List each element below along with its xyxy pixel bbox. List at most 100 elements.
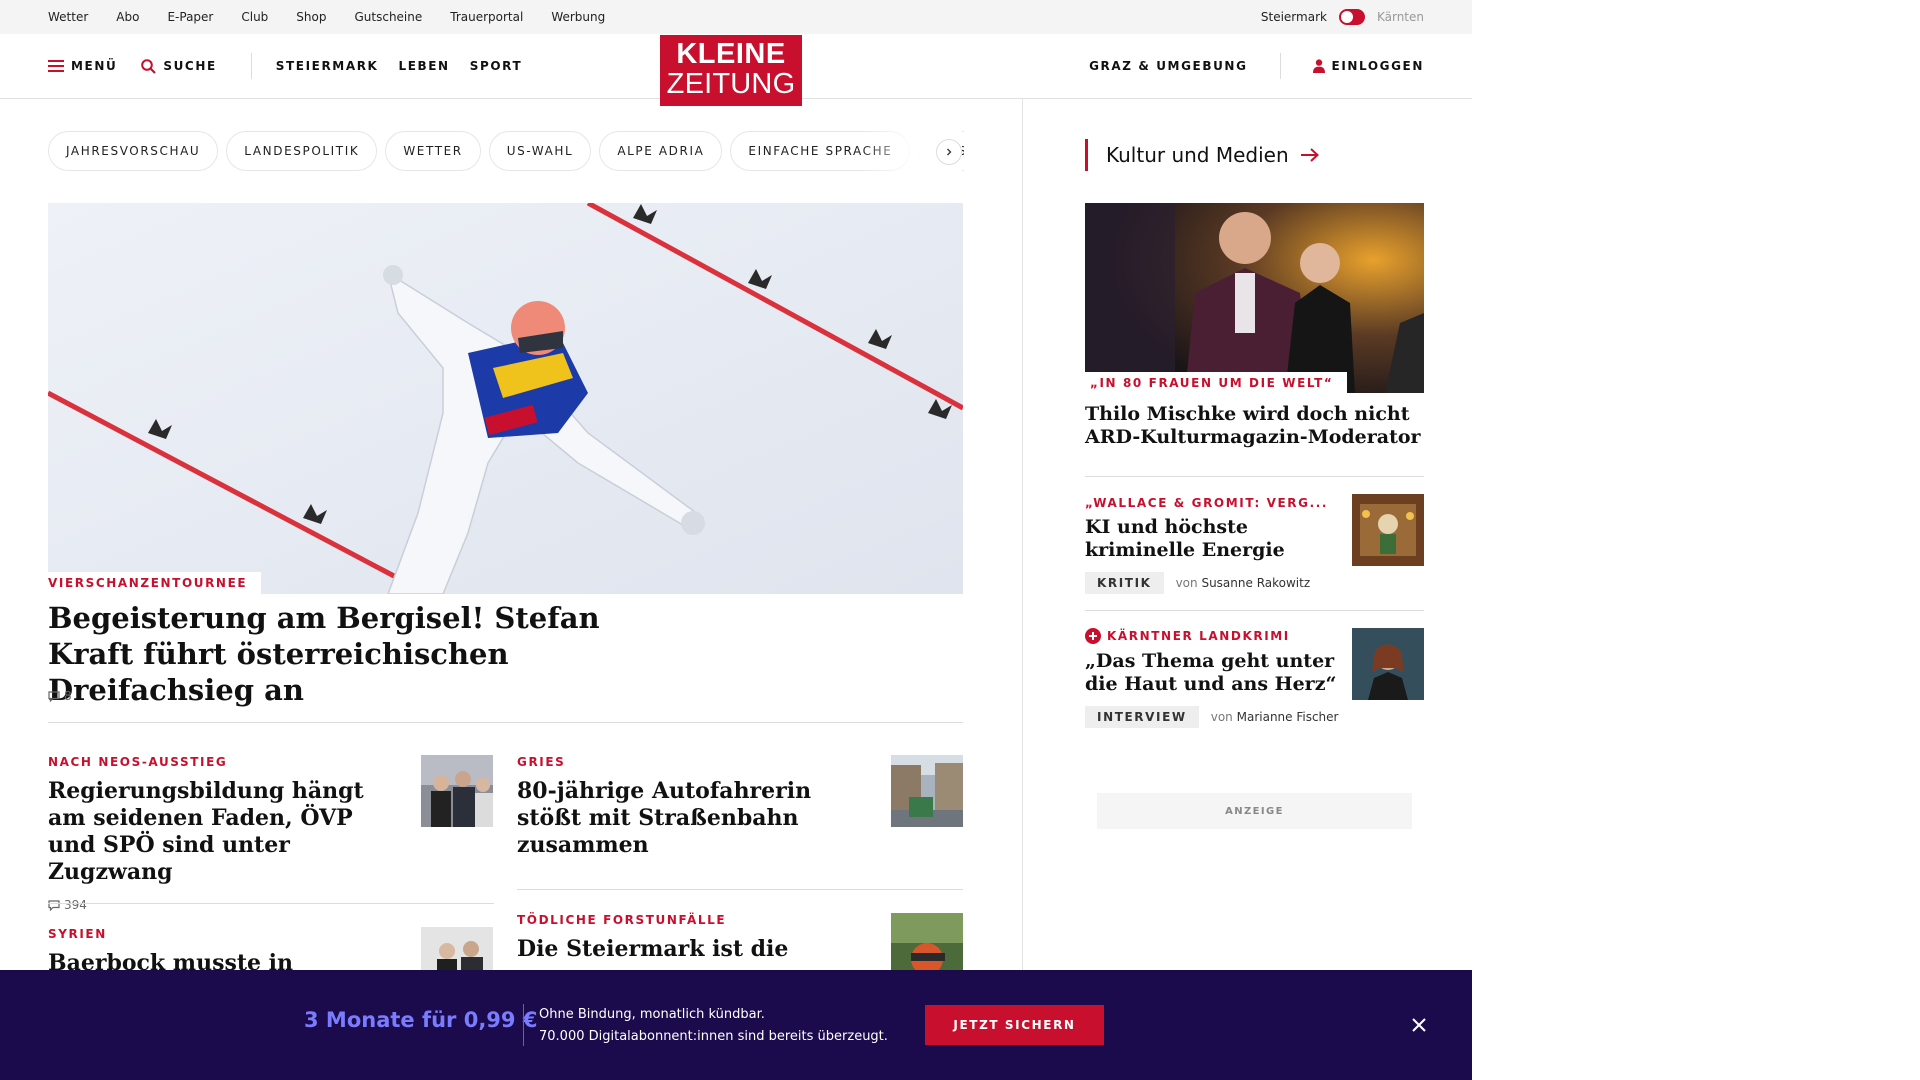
- tags-scroll-right-button[interactable]: [936, 139, 962, 165]
- utility-link-club[interactable]: Club: [241, 10, 268, 24]
- nav-sport[interactable]: SPORT: [470, 59, 523, 73]
- utility-links: Wetter Abo E-Paper Club Shop Gutscheine …: [48, 0, 605, 34]
- search-icon: [141, 58, 157, 74]
- section-heading-label: Kultur und Medien: [1106, 143, 1289, 167]
- hero-comment-count: 8: [64, 689, 72, 703]
- hero-comments[interactable]: 8: [48, 689, 72, 703]
- utility-link-epaper[interactable]: E-Paper: [167, 10, 213, 24]
- wallace-gromit-photo: [1352, 494, 1424, 566]
- region-kaernten[interactable]: Kärnten: [1377, 10, 1424, 24]
- teaser-title: 80-jährige Autofahrerin stößt mit Straße…: [517, 778, 812, 858]
- divider: [48, 903, 494, 904]
- utility-link-trauerportal[interactable]: Trauerportal: [450, 10, 523, 24]
- sidebar-thumb-landkrimi[interactable]: [1352, 628, 1424, 700]
- teaser-regierungsbildung[interactable]: NACH NEOS-AUSSTIEG Regierungsbildung hän…: [48, 755, 368, 912]
- login-button[interactable]: EINLOGGEN: [1312, 59, 1424, 73]
- logo-line2: ZEITUNG: [666, 68, 796, 100]
- author-prefix: von: [1210, 710, 1233, 724]
- login-label: EINLOGGEN: [1331, 59, 1424, 73]
- utility-link-wetter[interactable]: Wetter: [48, 10, 88, 24]
- sidebar-thumb-wallace[interactable]: [1352, 494, 1424, 566]
- teaser-comments[interactable]: 394: [48, 898, 368, 912]
- author-name[interactable]: Susanne Rakowitz: [1201, 576, 1310, 590]
- category-badge: INTERVIEW: [1085, 706, 1199, 728]
- region-toggle[interactable]: [1338, 9, 1365, 25]
- author-line: von Marianne Fischer: [1211, 710, 1339, 724]
- region-steiermark[interactable]: Steiermark: [1261, 10, 1327, 24]
- hero-kicker[interactable]: VIERSCHANZENTOURNEE: [48, 572, 262, 594]
- teaser-kicker: SYRIEN: [48, 927, 107, 941]
- banner-line1: Ohne Bindung, monatlich kündbar.: [539, 1007, 765, 1022]
- tv-show-photo: [1085, 203, 1424, 393]
- category-badge: KRITIK: [1085, 572, 1164, 594]
- header-nav: STEIERMARK LEBEN SPORT: [276, 59, 522, 73]
- ski-jump-photo: [48, 203, 963, 594]
- hamburger-icon: [48, 60, 64, 72]
- tag-landespolitik[interactable]: LANDESPOLITIK: [226, 131, 378, 171]
- comment-icon: [48, 899, 60, 911]
- sidebar-item-title: KI und höchste kriminelle Energie: [1085, 516, 1285, 561]
- header-divider: [250, 53, 252, 79]
- site-logo[interactable]: KLEINE ZEITUNG: [660, 35, 802, 106]
- author-name[interactable]: Marianne Fischer: [1237, 710, 1339, 724]
- banner-close-button[interactable]: [1408, 1014, 1430, 1036]
- topic-tags: JAHRESVORSCHAU LANDESPOLITIK WETTER US-W…: [48, 131, 964, 171]
- tag-wetter[interactable]: WETTER: [385, 131, 481, 171]
- sidebar-item-meta: INTERVIEW von Marianne Fischer: [1085, 706, 1345, 728]
- section-heading-kultur-medien[interactable]: Kultur und Medien: [1085, 139, 1319, 171]
- divider: [1085, 476, 1424, 477]
- subscribe-button[interactable]: JETZT SICHERN: [925, 1005, 1104, 1045]
- utility-link-gutscheine[interactable]: Gutscheine: [354, 10, 422, 24]
- teaser-gries[interactable]: GRIES 80-jährige Autofahrerin stößt mit …: [517, 755, 857, 859]
- plus-icon: [1085, 628, 1101, 644]
- sidebar-main-kicker[interactable]: „IN 80 FRAUEN UM DIE WELT“: [1085, 372, 1348, 394]
- user-icon: [1312, 59, 1325, 73]
- sidebar-item-landkrimi[interactable]: KÄRNTNER LANDKRIMI „Das Thema geht unter…: [1085, 628, 1345, 728]
- banner-offer: 3 Monate für 0,99 €: [304, 1008, 538, 1032]
- header-divider-right: [1279, 53, 1281, 79]
- menu-button[interactable]: MENÜ: [48, 59, 117, 73]
- nav-steiermark[interactable]: STEIERMARK: [276, 59, 379, 73]
- header-right: GRAZ & UMGEBUNG EINLOGGEN: [1089, 34, 1424, 98]
- teaser-kicker: NACH NEOS-AUSSTIEG: [48, 755, 228, 769]
- nav-leben[interactable]: LEBEN: [398, 59, 449, 73]
- utility-bar: Wetter Abo E-Paper Club Shop Gutscheine …: [0, 0, 1472, 34]
- banner-text: Ohne Bindung, monatlich kündbar. 70.000 …: [539, 1004, 888, 1048]
- utility-link-werbung[interactable]: Werbung: [551, 10, 605, 24]
- teaser-title: Die Steiermark ist die: [517, 936, 789, 962]
- teaser-kicker: GRIES: [517, 755, 566, 769]
- teaser-thumb-politicians[interactable]: [421, 755, 493, 827]
- page-margin: [1472, 0, 1920, 1080]
- toggle-knob: [1340, 11, 1353, 23]
- region-switch: Steiermark Kärnten: [1261, 0, 1424, 34]
- hero-image[interactable]: [48, 203, 963, 594]
- sidebar-main-title[interactable]: Thilo Mischke wird doch nicht ARD-Kultur…: [1085, 403, 1424, 449]
- author-prefix: von: [1175, 576, 1198, 590]
- main-header: MENÜ SUCHE STEIERMARK LEBEN SPORT KLEINE…: [0, 34, 1472, 106]
- logo-line1: KLEINE: [676, 38, 786, 70]
- teaser-comment-count: 394: [64, 898, 87, 912]
- region-link-graz[interactable]: GRAZ & UMGEBUNG: [1089, 59, 1247, 73]
- teaser-thumb-tram[interactable]: [891, 755, 963, 827]
- sidebar-item-wallace[interactable]: „WALLACE & GROMIT: VERG... KI und höchst…: [1085, 496, 1345, 594]
- tram-street-photo: [891, 755, 963, 827]
- tag-us-wahl[interactable]: US-WAHL: [488, 131, 592, 171]
- utility-link-abo[interactable]: Abo: [116, 10, 139, 24]
- teaser-title: Regierungsbildung hängt am seidenen Fade…: [48, 778, 364, 885]
- banner-line2: 70.000 Digitalabonnent:innen sind bereit…: [539, 1029, 888, 1044]
- banner-divider: [523, 1004, 524, 1046]
- close-icon: [1412, 1018, 1426, 1032]
- author-line: von Susanne Rakowitz: [1176, 576, 1311, 590]
- column-divider: [1022, 99, 1023, 979]
- tag-jahresvorschau[interactable]: JAHRESVORSCHAU: [48, 131, 219, 171]
- utility-link-shop[interactable]: Shop: [296, 10, 326, 24]
- sidebar-main-image[interactable]: [1085, 203, 1424, 393]
- menu-label: MENÜ: [71, 59, 118, 73]
- search-button[interactable]: SUCHE: [141, 58, 217, 74]
- tag-alpe-adria[interactable]: ALPE ADRIA: [599, 131, 723, 171]
- teaser-kicker: TÖDLICHE FORSTUNFÄLLE: [517, 913, 727, 927]
- search-label: SUCHE: [163, 59, 217, 73]
- hero-title[interactable]: Begeisterung am Bergisel! Stefan Kraft f…: [48, 600, 688, 708]
- teaser-forstunfaelle[interactable]: TÖDLICHE FORSTUNFÄLLE Die Steiermark ist…: [517, 913, 857, 963]
- ad-placeholder: ANZEIGE: [1097, 793, 1412, 829]
